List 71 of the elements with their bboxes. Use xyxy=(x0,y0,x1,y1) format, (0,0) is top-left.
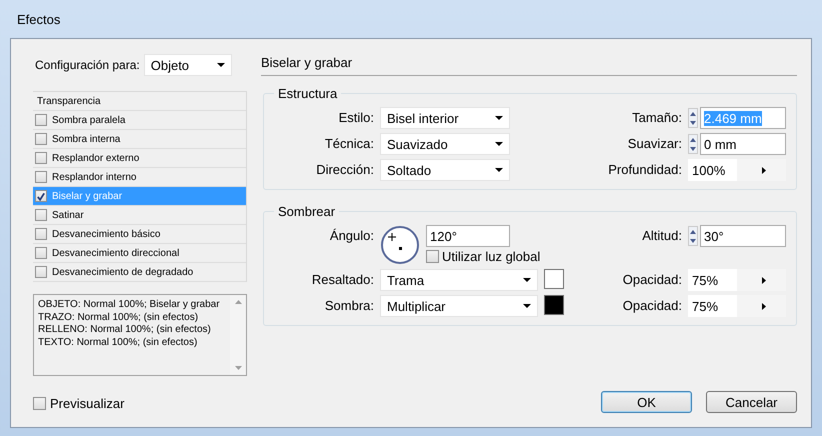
checkbox[interactable] xyxy=(35,190,47,202)
group-title: Estructura xyxy=(277,86,338,101)
field-label: Suavizar: xyxy=(626,135,683,153)
dropdown[interactable]: Soltado xyxy=(380,159,510,181)
effect-item[interactable]: Desvanecimiento de degradado xyxy=(33,263,246,282)
caret-icon xyxy=(216,63,225,67)
dropdown[interactable]: Suavizado xyxy=(380,133,510,155)
checkbox[interactable] xyxy=(33,397,46,410)
field-label: Opacidad: xyxy=(622,297,683,315)
checkbox[interactable] xyxy=(426,250,439,263)
caret-icon xyxy=(495,142,503,146)
dropdown[interactable]: Multiplicar xyxy=(380,295,538,317)
slider-button[interactable] xyxy=(737,159,786,181)
spinner-arrows[interactable] xyxy=(688,226,698,246)
checkbox-label: Previsualizar xyxy=(50,396,124,411)
checkbox[interactable] xyxy=(35,152,47,164)
list-header[interactable]: Transparencia xyxy=(33,92,246,111)
triangle-icon xyxy=(762,302,766,310)
effect-item[interactable]: Sombra paralela xyxy=(33,111,246,130)
section-title: Biselar y grabar xyxy=(261,53,797,76)
effect-item[interactable]: Desvanecimiento direccional xyxy=(33,244,246,263)
field-label: Configuración para: xyxy=(35,58,140,72)
checkbox[interactable] xyxy=(35,228,47,240)
effect-item[interactable]: Satinar xyxy=(33,206,246,225)
scroll-up-icon[interactable] xyxy=(234,300,242,304)
spinner-arrows[interactable] xyxy=(688,108,698,128)
checkbox[interactable] xyxy=(35,266,47,278)
slider-button[interactable] xyxy=(737,269,786,291)
field-label: Ángulo: xyxy=(328,227,375,245)
group-title: Sombrear xyxy=(277,204,336,219)
effect-item[interactable]: Resplandor externo xyxy=(33,149,246,168)
checkbox[interactable] xyxy=(35,114,47,126)
scroll-down-icon[interactable] xyxy=(234,366,242,370)
dropdown[interactable]: Bisel interior xyxy=(380,107,510,129)
checkbox[interactable] xyxy=(35,247,47,259)
checkbox[interactable] xyxy=(35,209,47,221)
checkbox[interactable] xyxy=(35,133,47,145)
summary-text: OBJETO: Normal 100%; Biselar y grabar TRAZO: Normal 100%; (sin efectos) RELLENO: Normal 100%; (sin efectos) TEXTO: Normal 100%; (sin efectos) xyxy=(37,298,221,350)
field-label: Tamaño: xyxy=(631,109,683,127)
caret-icon xyxy=(523,304,531,308)
dropdown[interactable]: Objeto xyxy=(144,54,232,76)
dropdown[interactable]: Trama xyxy=(380,269,538,291)
input-field[interactable]: 0 mm xyxy=(700,133,786,155)
window-title: Efectos xyxy=(17,12,60,26)
slider-button[interactable] xyxy=(737,295,786,317)
caret-icon xyxy=(495,116,503,120)
effect-item[interactable]: Desvanecimiento básico xyxy=(33,225,246,244)
scrollbar[interactable] xyxy=(230,295,246,375)
color-swatch[interactable] xyxy=(544,269,564,289)
caret-icon xyxy=(495,168,503,172)
dialog-button[interactable]: OK xyxy=(601,391,692,413)
input-field[interactable]: 120° xyxy=(426,225,510,247)
field-label: Sombra: xyxy=(324,297,375,315)
caret-icon xyxy=(523,278,531,282)
field-label: Dirección: xyxy=(315,161,375,179)
dialog-button[interactable]: Cancelar xyxy=(706,391,797,413)
effect-item[interactable]: Sombra interna xyxy=(33,130,246,149)
triangle-icon xyxy=(762,166,766,174)
checkbox-label: Utilizar luz global xyxy=(442,249,540,264)
field-label: Resaltado: xyxy=(310,271,375,289)
checkbox[interactable] xyxy=(35,171,47,183)
field-label: Opacidad: xyxy=(622,271,683,289)
spinner-arrows[interactable] xyxy=(688,134,698,154)
field-label: Altitud: xyxy=(641,227,683,245)
input-field[interactable]: 30° xyxy=(700,225,786,247)
triangle-icon xyxy=(762,276,766,284)
field-label: Estilo: xyxy=(338,109,375,127)
field-label: Profundidad: xyxy=(607,161,683,179)
angle-dial[interactable] xyxy=(380,225,420,265)
color-swatch[interactable] xyxy=(544,295,564,315)
field-label: Técnica: xyxy=(324,135,375,153)
